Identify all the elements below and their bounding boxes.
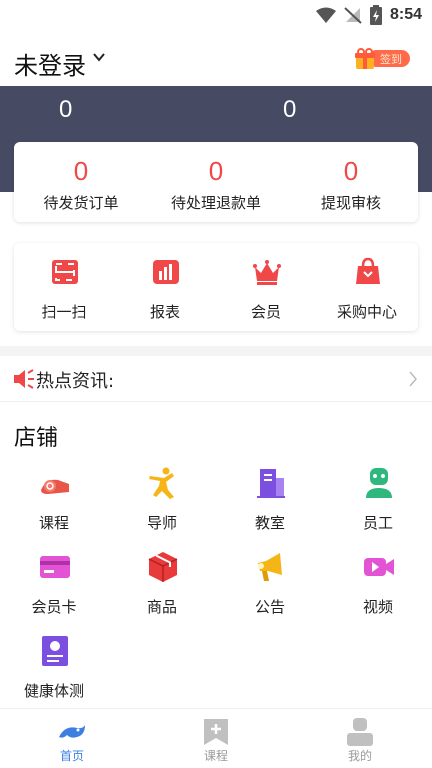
order-label: 提现审核 [320,194,381,212]
video-icon [364,558,394,576]
store-item-staff[interactable]: 员工 [324,466,432,546]
quick-tools-card: 扫一扫 报表 会员 采购中心 [14,243,418,331]
store-item-label: 健康体测 [23,682,84,700]
tool-label: 报表 [149,303,180,321]
chevron-right-icon [409,371,417,387]
stat-left-value: 0 [59,96,73,123]
order-label: 待发货订单 [43,194,119,212]
bottom-navigation: 首页 课程 我的 [0,708,432,768]
store-item-label: 教室 [254,514,285,532]
wifi-icon [315,7,336,23]
classroom-icon [257,469,285,498]
nav-tab-course[interactable]: 课程 [144,709,288,768]
clock: 8:54 [389,6,422,23]
home-icon [59,725,85,738]
profile-icon [347,718,373,746]
tool-label: 采购中心 [336,303,397,321]
chevron-down-icon[interactable] [92,50,106,64]
tool-report[interactable]: 报表 [115,243,215,331]
battery-icon [369,5,382,25]
course-bookmark-icon [204,719,228,745]
status-bar: 8:54 [0,0,432,30]
tool-member[interactable]: 会员 [216,243,316,331]
store-item-label: 视频 [362,598,393,616]
shopping-bag-icon [356,257,380,284]
store-item-label: 公告 [254,598,285,616]
member-card-icon [40,556,70,578]
store-item-announcement[interactable]: 公告 [216,550,324,630]
speaker-icon [14,369,34,389]
store-item-label: 课程 [38,514,69,532]
no-signal-icon [344,7,362,24]
nav-tab-home[interactable]: 首页 [0,709,144,768]
nav-label: 我的 [347,749,372,763]
pending-refund-orders[interactable]: 0 待处理退款单 [149,142,283,222]
order-summary-card: 0 待发货订单 0 待处理退款单 0 提现审核 [14,142,418,222]
tool-label: 扫一扫 [41,303,87,321]
report-icon [153,260,179,284]
signin-label: 签到 [380,53,402,66]
store-item-label: 导师 [146,514,177,532]
login-status-title[interactable]: 未登录 [14,46,86,81]
announcement-icon [258,553,282,581]
store-item-member-card[interactable]: 会员卡 [0,550,108,630]
order-count: 0 [73,156,89,186]
store-item-tutor[interactable]: 导师 [108,466,216,546]
store-item-classroom[interactable]: 教室 [216,466,324,546]
section-divider [0,346,432,356]
crown-icon [253,260,281,285]
nav-tab-profile[interactable]: 我的 [288,709,432,768]
order-count: 0 [343,156,359,186]
nav-label: 首页 [59,749,84,763]
health-test-icon [42,636,68,666]
store-item-course[interactable]: 课程 [0,466,108,546]
stat-right-value: 0 [283,96,297,123]
store-item-product[interactable]: 商品 [108,550,216,630]
store-item-label: 员工 [362,514,393,532]
order-count: 0 [208,156,224,186]
signin-button[interactable]: 签到 [354,48,410,70]
order-label: 待处理退款单 [170,194,261,212]
store-item-label: 会员卡 [31,598,77,616]
tool-scan[interactable]: 扫一扫 [14,243,114,331]
tool-purchase-center[interactable]: 采购中心 [317,243,417,331]
gift-icon [355,48,375,69]
app-header: 未登录 签到 [0,38,432,84]
pending-shipment-orders[interactable]: 0 待发货订单 [14,142,148,222]
hot-news-row[interactable]: 热点资讯: [0,356,432,402]
tutor-icon [149,467,174,499]
tool-label: 会员 [250,303,281,321]
store-item-label: 商品 [146,598,177,616]
staff-icon [366,468,392,498]
product-icon [148,552,178,582]
scan-icon [52,260,78,284]
store-section-title: 店铺 [14,426,59,451]
store-item-video[interactable]: 视频 [324,550,432,630]
withdrawal-review[interactable]: 0 提现审核 [284,142,418,222]
store-item-health-test[interactable]: 健康体测 [0,634,108,714]
course-icon [41,479,69,494]
hot-news-label: 热点资讯: [36,371,115,392]
nav-label: 课程 [203,749,228,763]
